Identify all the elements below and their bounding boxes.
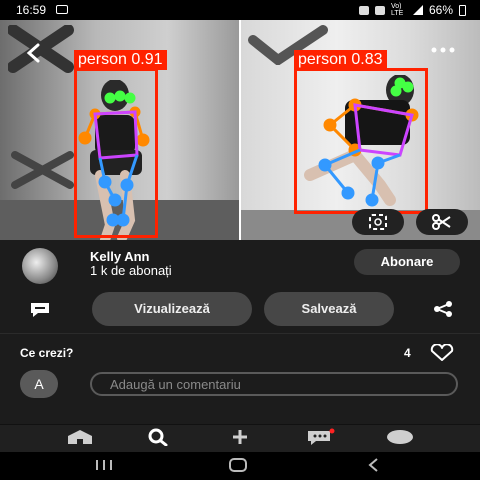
view-button[interactable]: Vizualizează [92, 292, 252, 326]
cutout-button[interactable] [416, 209, 468, 235]
home-button-icon[interactable] [224, 456, 252, 474]
comments-title: Ce crezi? [20, 346, 74, 360]
more-icon[interactable] [428, 42, 458, 62]
battery-icon [459, 4, 466, 16]
chat-bubble-icon[interactable] [28, 300, 52, 318]
lens-search-icon [369, 214, 387, 230]
profile-icon[interactable] [384, 428, 416, 446]
comment-input[interactable]: Adaugă un comentariu [90, 372, 458, 396]
status-bar: 16:59 Vo) LTE 66% [0, 0, 480, 20]
scissors-icon [432, 214, 451, 230]
heart-icon[interactable] [428, 343, 456, 362]
wifi-icon [374, 5, 385, 15]
alarm-icon [358, 5, 369, 15]
recent-apps-icon[interactable] [90, 456, 118, 474]
right-detection-score: 0.83 [351, 51, 383, 68]
pose-detection-image[interactable]: person 0.91 person 0.83 [0, 20, 480, 240]
subscribe-button[interactable]: Abonare [354, 249, 460, 275]
left-detection-label: person 0.91 [74, 50, 167, 70]
home-icon[interactable] [64, 428, 96, 446]
status-icons: Vo) LTE 66% [358, 3, 466, 17]
image-notification-icon [56, 5, 68, 14]
back-icon[interactable] [360, 456, 388, 474]
divider [0, 333, 480, 334]
lens-search-button[interactable] [352, 209, 404, 235]
status-time: 16:59 [16, 3, 47, 17]
right-detection-label: person 0.83 [294, 50, 387, 70]
search-icon[interactable] [142, 428, 174, 447]
like-count: 4 [404, 346, 411, 360]
network-type: Vo) LTE [390, 3, 404, 17]
right-detection-class: person [298, 51, 347, 68]
save-button[interactable]: Salvează [264, 292, 394, 326]
author-name[interactable]: Kelly Ann [90, 249, 149, 264]
left-detection-box [74, 68, 158, 238]
follower-count: 1 k de abonați [90, 263, 172, 278]
messages-icon[interactable] [304, 428, 336, 446]
right-detection-box [294, 68, 428, 214]
comment-avatar: A [20, 370, 58, 398]
avatar[interactable] [22, 248, 58, 284]
back-arrow-icon[interactable] [22, 42, 50, 66]
create-icon[interactable] [224, 428, 256, 446]
photo-divider [239, 20, 241, 240]
left-detection-class: person [78, 51, 127, 68]
left-detection-score: 0.91 [131, 51, 163, 68]
battery-percent: 66% [428, 3, 453, 17]
signal-icon [412, 5, 423, 15]
share-icon[interactable] [432, 300, 454, 318]
